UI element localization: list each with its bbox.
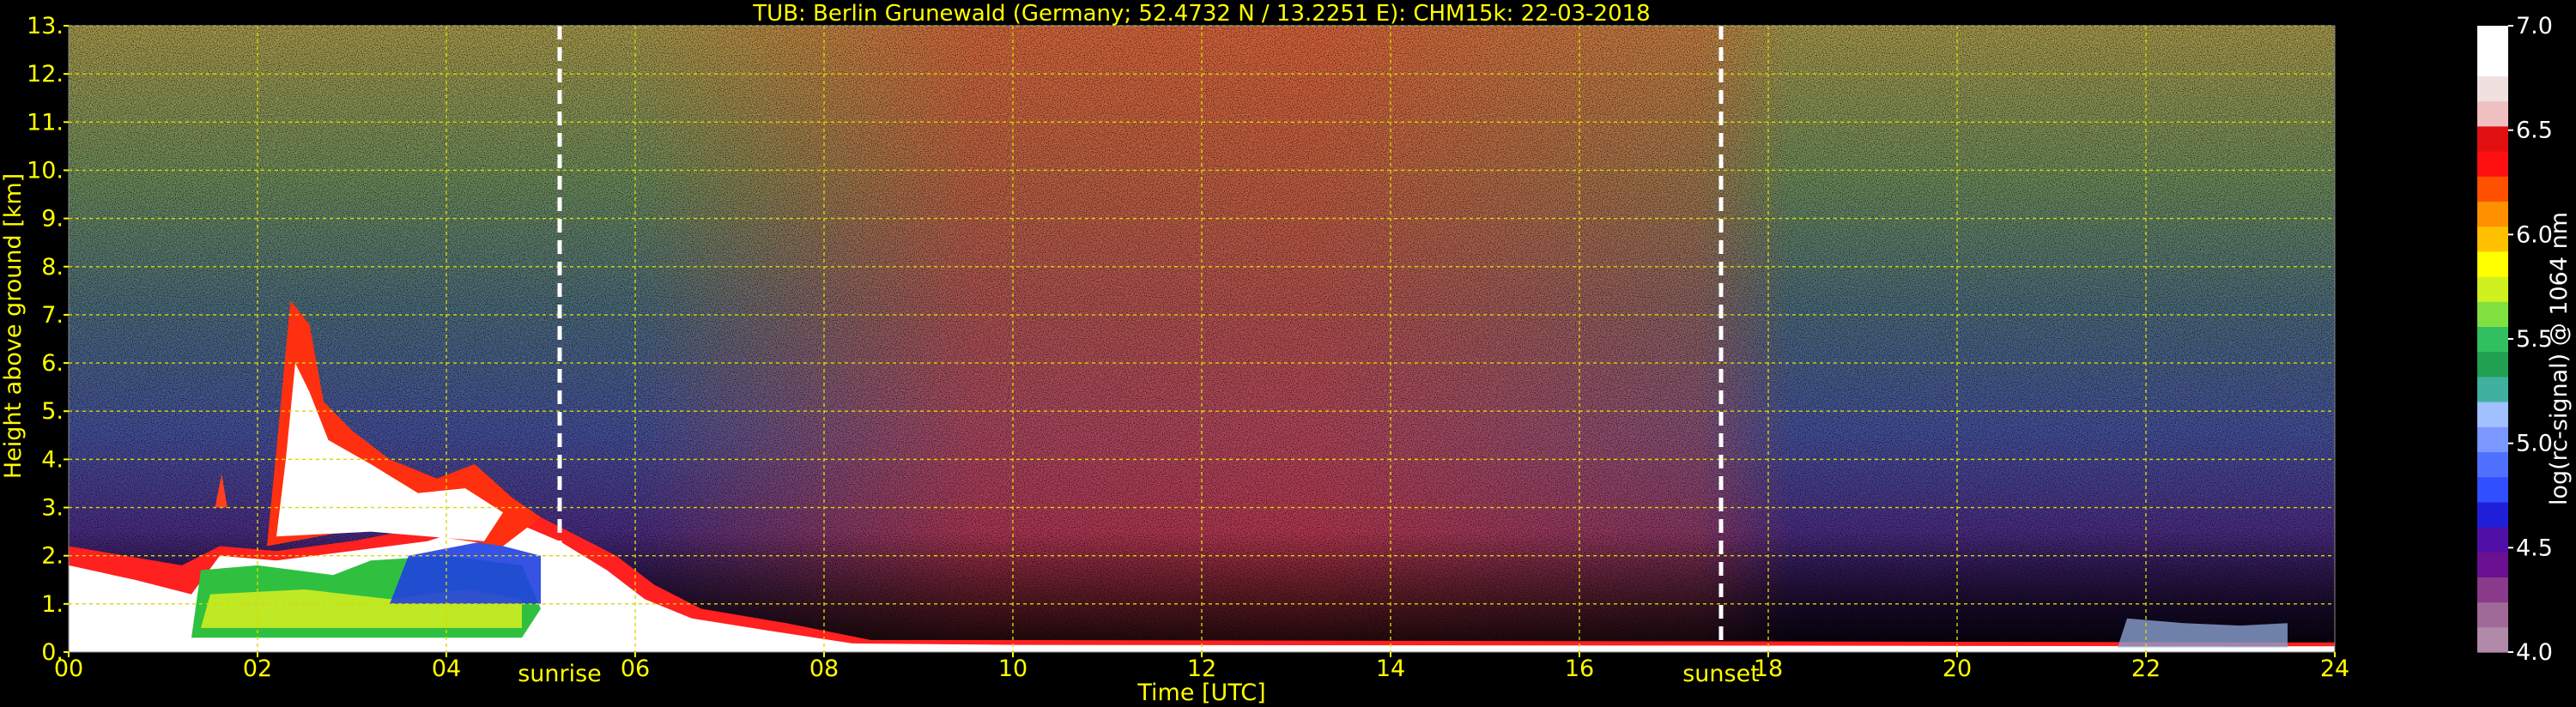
colorbar-segment [2477, 226, 2508, 252]
colorbar-segment [2477, 125, 2508, 152]
colorbar-label: log(rc-signal) @ 1064 nm [2546, 212, 2573, 505]
colorbar-segment [2477, 527, 2508, 553]
y-tick-label: 3. [41, 495, 64, 522]
colorbar-segment [2477, 76, 2508, 102]
y-tick-label: 6. [41, 350, 64, 377]
x-tick-label: 16 [1565, 656, 1594, 682]
colorbar-segment [2477, 351, 2508, 378]
y-tick-label: 12. [27, 61, 64, 88]
x-tick-label: 22 [2131, 656, 2161, 682]
colorbar-segment [2477, 476, 2508, 503]
x-tick-label: 08 [809, 656, 839, 682]
colorbar-segment [2477, 577, 2508, 603]
x-axis-label: Time [UTC] [1136, 680, 1265, 706]
y-tick-label: 11. [27, 109, 64, 136]
colorbar-segment [2477, 51, 2508, 76]
x-tick-label: 18 [1754, 656, 1783, 682]
y-tick-label: 9. [41, 206, 64, 233]
y-tick-label: 13. [27, 13, 64, 39]
colorbar-segment [2477, 176, 2508, 202]
y-tick-label: 5. [41, 398, 64, 425]
colorbar-segment [2477, 402, 2508, 427]
x-tick-label: 20 [1943, 656, 1972, 682]
y-tick-label: 2. [41, 543, 64, 570]
colorbar-segment [2477, 501, 2508, 528]
x-tick-label: 14 [1376, 656, 1405, 682]
colorbar-tick-label: 4.0 [2516, 639, 2553, 666]
colorbar: 4.04.55.05.56.06.57.0 [2477, 13, 2553, 666]
colorbar-segment [2477, 626, 2508, 653]
y-tick-label: 10. [27, 157, 64, 184]
y-tick-label: 7. [41, 302, 64, 329]
colorbar-segment [2477, 326, 2508, 353]
y-axis-label: Height above ground [km] [0, 173, 27, 479]
chart-title: TUB: Berlin Grunewald (Germany; 52.4732 … [752, 1, 1650, 27]
x-tick-label: 12 [1187, 656, 1216, 682]
colorbar-tick-label: 7.0 [2516, 13, 2553, 39]
x-tick-label: 04 [432, 656, 461, 682]
colorbar-segment [2477, 601, 2508, 628]
colorbar-segment [2477, 426, 2508, 452]
annotation-label: sunset [1682, 661, 1760, 687]
y-tick-label: 0. [41, 639, 64, 666]
colorbar-segment [2477, 26, 2508, 51]
x-tick-label: 02 [243, 656, 272, 682]
colorbar-segment [2477, 552, 2508, 577]
annotation-label: sunrise [518, 661, 602, 687]
x-tick-label: 06 [621, 656, 650, 682]
lidar-figure: sunrise sunset 00 02 04 06 08 10 12 14 16 18 20 22 24… [0, 1, 2573, 706]
colorbar-segment [2477, 301, 2508, 327]
colorbar-segment [2477, 151, 2508, 177]
colorbar-tick-label: 6.5 [2516, 118, 2553, 144]
y-tick-label: 4. [41, 446, 64, 473]
x-tick-label: 24 [2320, 656, 2349, 682]
y-tick-label: 8. [41, 254, 64, 281]
colorbar-segment [2477, 376, 2508, 402]
y-tick-label: 1. [41, 591, 64, 618]
colorbar-segment [2477, 251, 2508, 277]
colorbar-segment [2477, 276, 2508, 302]
colorbar-segment [2477, 100, 2508, 127]
colorbar-segment [2477, 201, 2508, 227]
x-tick-label: 10 [998, 656, 1027, 682]
colorbar-tick-label: 4.5 [2516, 535, 2553, 561]
colorbar-segment [2477, 451, 2508, 478]
